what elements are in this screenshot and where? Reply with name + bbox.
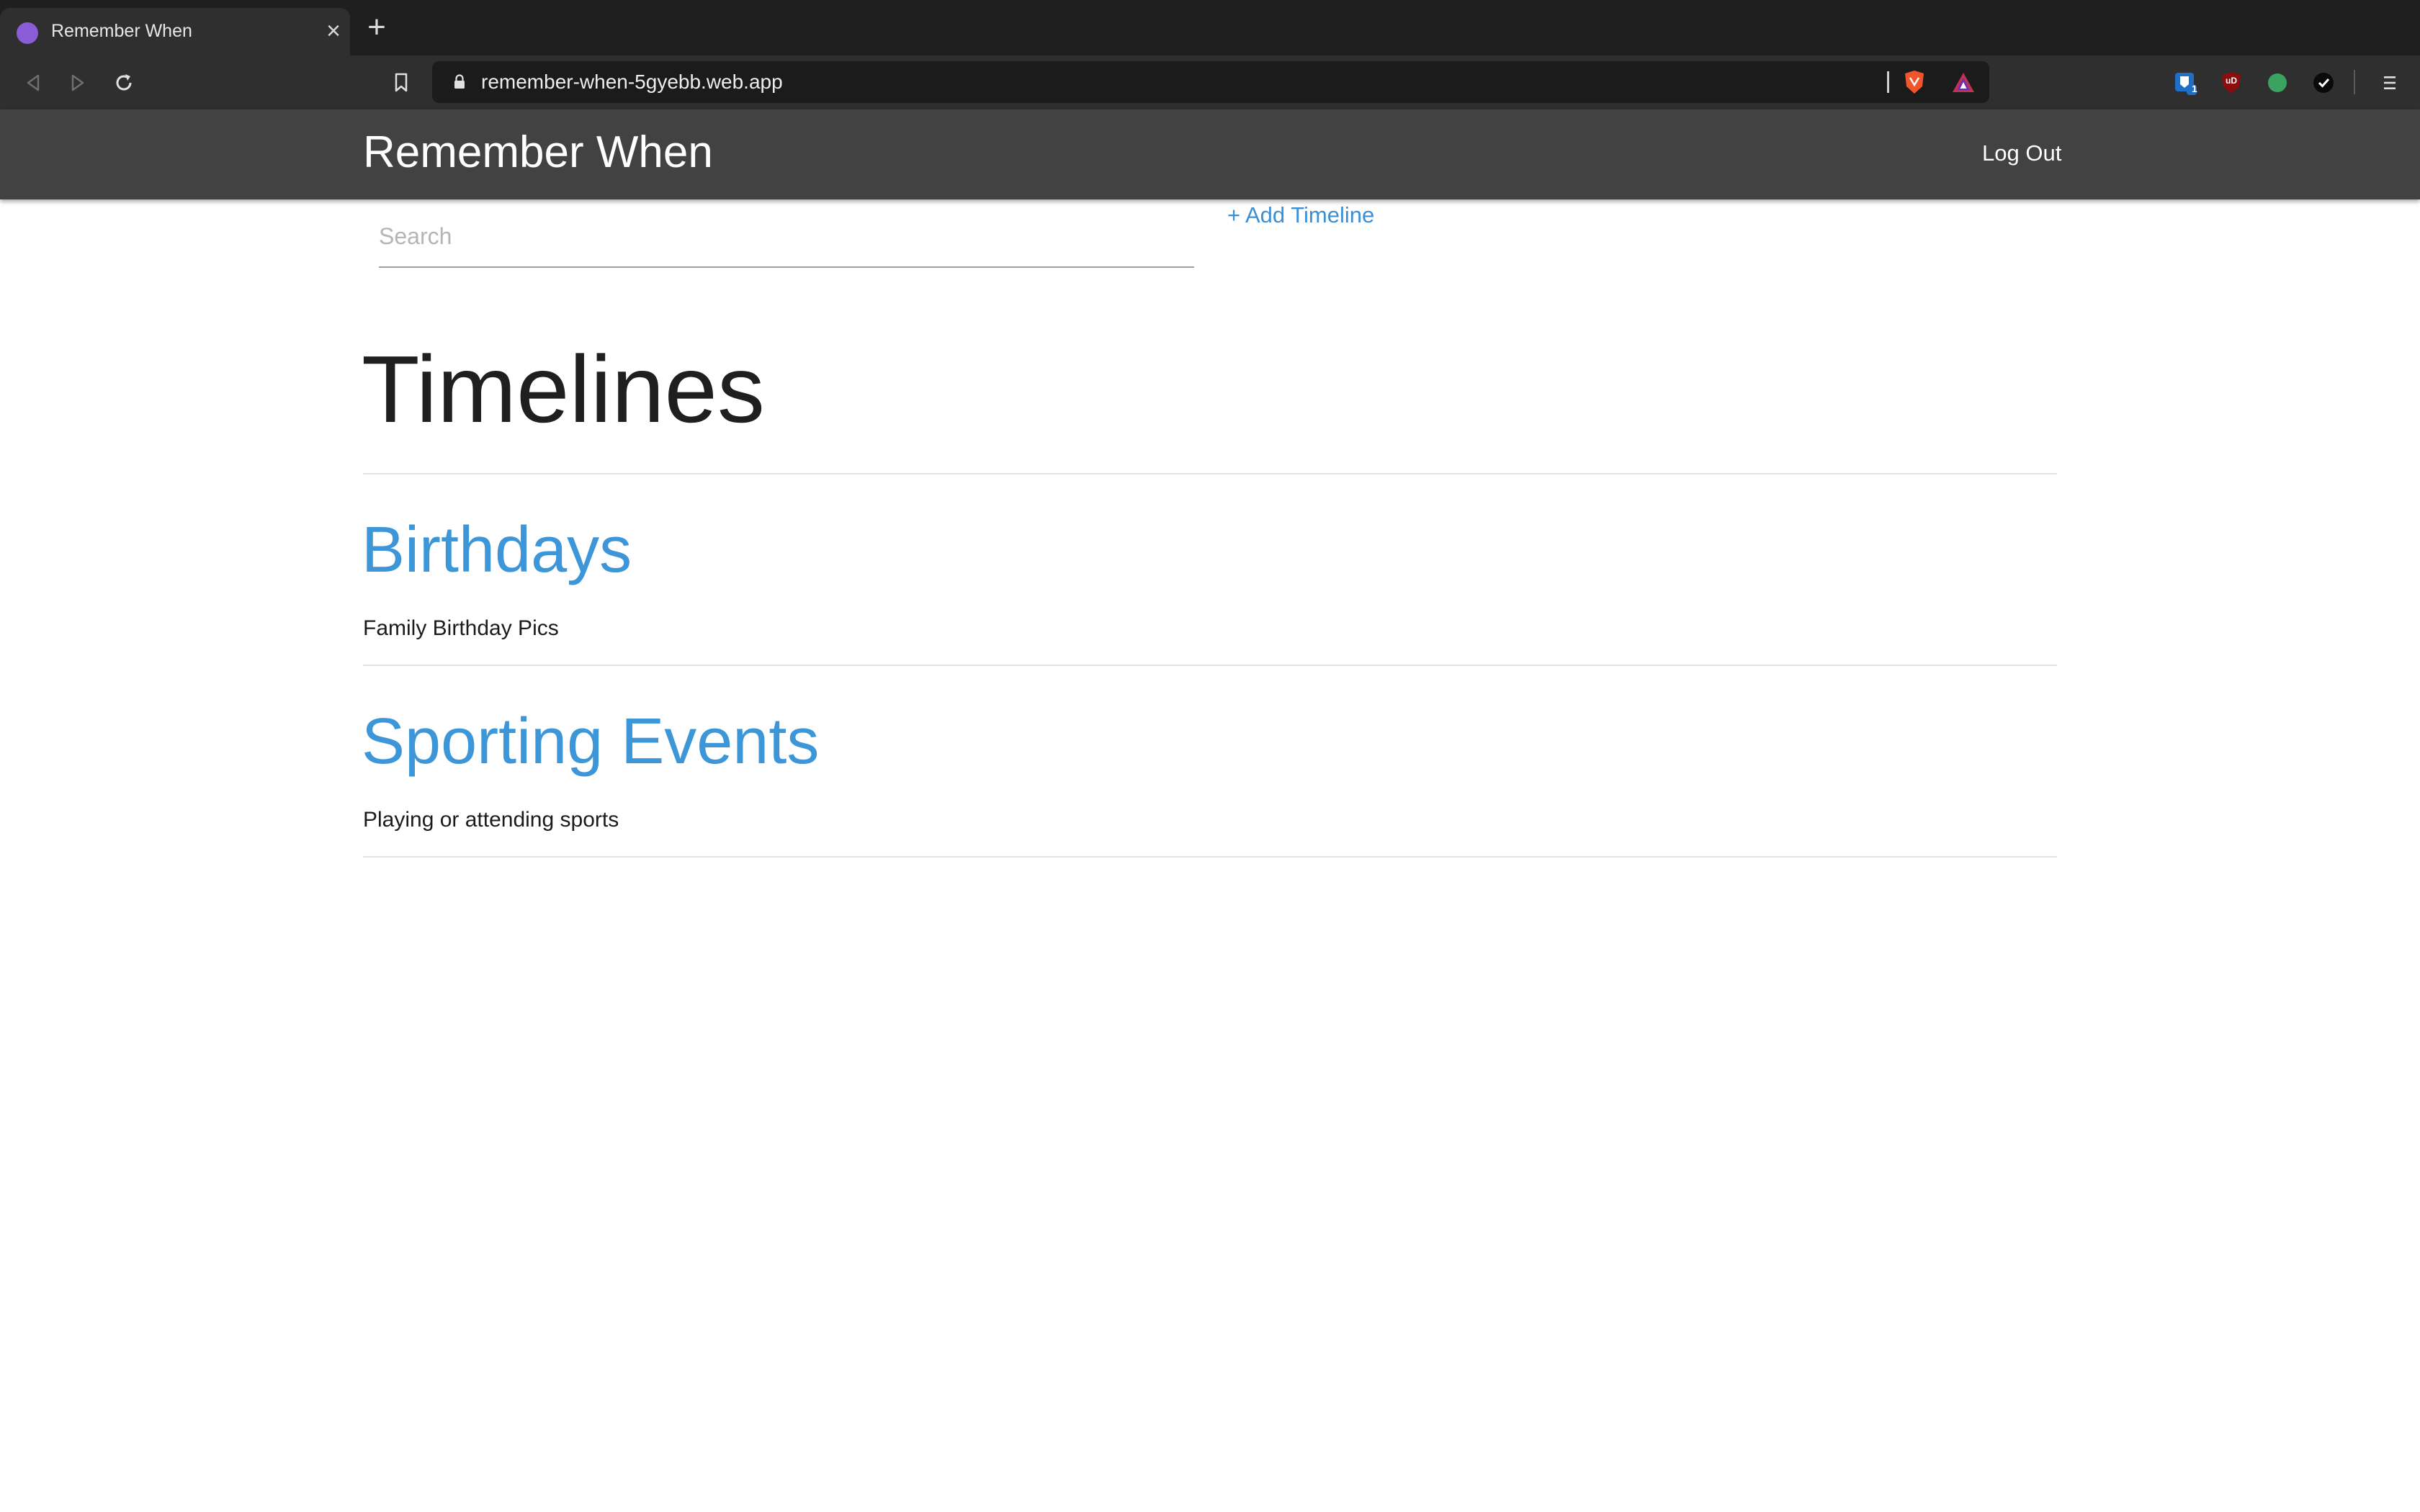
app-brand[interactable]: Remember When — [363, 127, 713, 178]
browser-tab-strip: Remember When × + — [0, 0, 2420, 55]
extension-badge: 1 — [2192, 83, 2197, 94]
timeline-description: Family Birthday Pics — [363, 616, 559, 640]
divider — [363, 856, 2057, 858]
page-title: Timelines — [362, 336, 765, 442]
brave-rewards-icon[interactable] — [1949, 68, 1978, 97]
address-bar[interactable]: remember-when-5gyebb.web.app — [432, 61, 1989, 103]
timeline-description: Playing or attending sports — [363, 808, 619, 832]
url-text: remember-when-5gyebb.web.app — [481, 71, 783, 93]
extension-shield-check-icon[interactable] — [2309, 68, 2338, 97]
extensions-separator — [2354, 70, 2355, 94]
reload-icon[interactable] — [109, 68, 138, 97]
forward-icon[interactable] — [63, 68, 92, 97]
url-divider — [1887, 71, 1889, 93]
divider — [363, 665, 2057, 666]
back-icon[interactable] — [19, 68, 48, 97]
hamburger-menu-icon[interactable] — [2375, 68, 2404, 97]
app-header: Remember When Log Out — [0, 109, 2420, 199]
extension-ublock-icon[interactable]: uD — [2217, 68, 2246, 97]
tab-title: Remember When — [51, 21, 192, 41]
search-field — [379, 209, 1194, 268]
timeline-title-birthdays[interactable]: Birthdays — [362, 513, 632, 588]
extension-bitwarden-icon[interactable]: 1 — [2171, 68, 2200, 97]
close-tab-icon[interactable]: × — [322, 17, 345, 45]
bookmark-icon[interactable] — [387, 68, 416, 96]
brave-shields-icon[interactable] — [1900, 68, 1929, 96]
logout-button[interactable]: Log Out — [1982, 140, 2061, 166]
add-timeline-link[interactable]: + Add Timeline — [1227, 202, 1374, 228]
lock-icon — [448, 71, 471, 94]
page: Remember When × + remember-when-5gyebb.w… — [0, 0, 2420, 1512]
new-tab-button[interactable]: + — [362, 12, 391, 43]
divider — [363, 473, 2057, 474]
favicon-icon — [17, 22, 38, 44]
browser-toolbar: remember-when-5gyebb.web.app 1 uD — [0, 55, 2420, 109]
search-input[interactable] — [379, 209, 1194, 264]
timeline-title-sporting-events[interactable]: Sporting Events — [362, 705, 819, 779]
ublock-label: uD — [2226, 76, 2237, 86]
extension-green-icon[interactable] — [2263, 68, 2292, 97]
browser-tab[interactable]: Remember When × — [0, 8, 350, 55]
